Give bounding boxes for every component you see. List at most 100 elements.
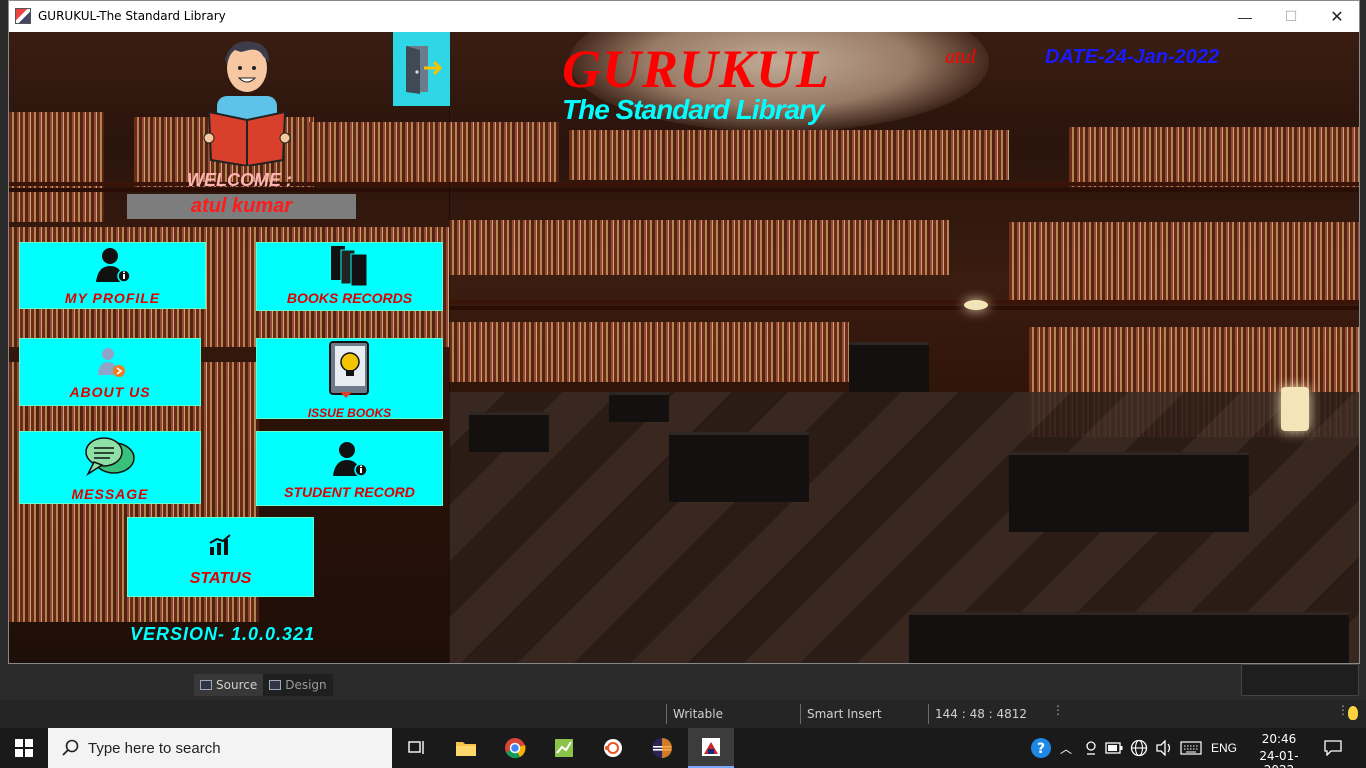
clock-time[interactable]: 20:46 [1248, 732, 1310, 746]
clock-date[interactable]: 24-01-2022 [1248, 749, 1310, 768]
java-app-icon [15, 8, 31, 24]
book-idea-icon [329, 341, 369, 398]
bookshelf [1009, 222, 1359, 302]
window-title: GURUKUL-The Standard Library [38, 9, 226, 23]
app-button-eclipse[interactable] [639, 728, 685, 768]
tray-meet[interactable] [1080, 728, 1102, 768]
app-name-title: GURUKUL [562, 39, 831, 99]
start-button[interactable] [0, 728, 48, 768]
app-subtitle: The Standard Library [562, 94, 825, 125]
reading-desk [609, 392, 669, 422]
tab-design[interactable]: Design [263, 674, 332, 696]
about-us-label: ABOUT US [69, 384, 151, 400]
reading-desk [909, 612, 1349, 663]
tab-source[interactable]: Source [194, 674, 264, 696]
current-user-label: atul [945, 46, 977, 68]
more-icon[interactable]: ⋮ [1052, 704, 1064, 716]
bookshelf [9, 112, 104, 222]
app-button-java-active[interactable] [688, 728, 734, 768]
source-icon [200, 680, 212, 690]
chrome-button[interactable] [492, 728, 538, 768]
svg-text:?: ? [1037, 741, 1045, 757]
my-profile-button[interactable]: MY PROFILE [19, 242, 206, 309]
bookshelf [569, 130, 1009, 180]
notification-icon [1324, 740, 1342, 756]
eclipse-icon [652, 738, 672, 758]
app-button-ubuntu[interactable] [590, 728, 636, 768]
notifications-button[interactable] [1318, 728, 1348, 768]
lamp [1281, 387, 1309, 431]
show-hidden-icons[interactable]: ︿ [1056, 728, 1076, 768]
chat-bubbles-icon [85, 437, 135, 477]
chevron-up-icon: ︿ [1059, 741, 1072, 756]
close-button[interactable]: ✕ [1314, 1, 1359, 32]
help-icon: ? [1031, 738, 1051, 758]
status-insert-mode: Smart Insert [800, 704, 882, 724]
chrome-icon [505, 738, 526, 759]
logout-door-icon [405, 46, 442, 94]
reading-desk [469, 412, 549, 452]
webcam-icon [1086, 741, 1096, 755]
bookshelf [449, 220, 949, 275]
tray-network[interactable] [1127, 728, 1151, 768]
ubuntu-icon [604, 739, 622, 757]
battery-icon [1105, 742, 1123, 754]
issue-books-label: ISSUE BOOKS [307, 406, 392, 420]
minimize-button[interactable]: — [1222, 1, 1268, 32]
status-button[interactable]: STATUS [127, 517, 314, 597]
user-info-icon [96, 248, 131, 283]
tray-battery[interactable] [1103, 728, 1125, 768]
tab-source-label: Source [216, 678, 258, 692]
about-user-icon [98, 348, 125, 377]
lamp [964, 300, 988, 310]
task-view-button[interactable] [394, 728, 440, 768]
welcome-label: WELCOME : [187, 170, 292, 190]
app-button-notes[interactable] [541, 728, 587, 768]
ide-status-bar: Writable Smart Insert 144 : 48 : 4812 ⋮ … [0, 700, 1366, 728]
maximize-button[interactable]: ☐ [1268, 1, 1314, 32]
reading-desk [1009, 452, 1249, 532]
version-label: VERSION- 1.0.0.321 [130, 624, 316, 644]
speaker-icon [1156, 740, 1171, 756]
tray-volume[interactable] [1152, 728, 1176, 768]
logout-button[interactable] [393, 32, 450, 106]
reading-desk [669, 432, 809, 502]
status-caret-position: 144 : 48 : 4812 [928, 704, 1027, 724]
input-language[interactable]: ENG [1206, 728, 1242, 768]
file-explorer-button[interactable] [443, 728, 489, 768]
task-view-icon [408, 741, 424, 754]
tray-keyboard[interactable] [1178, 728, 1204, 768]
taskbar-search[interactable]: Type here to search [48, 728, 392, 768]
panel-divider [449, 32, 450, 663]
design-icon [269, 680, 282, 690]
issue-books-button[interactable]: ISSUE BOOKS [256, 338, 443, 420]
reading-desk [849, 342, 929, 392]
message-label: MESSAGE [71, 486, 149, 502]
reading-person-icon [203, 41, 291, 166]
ide-editor-tabs: Source Design [194, 674, 333, 696]
status-writable: Writable [666, 704, 723, 724]
notepad-chart-icon [555, 739, 573, 757]
library-background-image: WELCOME : atul kumar GURUKUL The Standar… [9, 32, 1359, 663]
books-records-button[interactable]: BOOKS RECORDS [256, 242, 443, 311]
windows-logo-icon [15, 739, 33, 757]
stats-chart-icon [209, 534, 231, 555]
search-icon [62, 739, 79, 756]
books-stack-icon [331, 246, 368, 286]
folder-icon [456, 742, 476, 756]
lightbulb-icon[interactable] [1348, 706, 1358, 720]
tab-design-label: Design [285, 678, 327, 692]
student-info-icon [333, 442, 368, 477]
bookshelf [309, 122, 559, 182]
search-placeholder: Type here to search [88, 739, 221, 757]
student-record-button[interactable]: STUDENT RECORD [256, 431, 443, 506]
status-label: STATUS [189, 570, 252, 587]
message-button[interactable]: MESSAGE [19, 431, 201, 504]
help-button[interactable]: ? [1028, 728, 1054, 768]
app-window: GURUKUL-The Standard Library — ☐ ✕ WELCO… [8, 0, 1360, 664]
about-us-button[interactable]: ABOUT US [19, 338, 201, 406]
bookshelf [1069, 127, 1359, 187]
shelf-rail [449, 300, 1359, 310]
title-bar[interactable]: GURUKUL-The Standard Library — ☐ ✕ [9, 1, 1359, 32]
books-records-label: BOOKS RECORDS [286, 290, 413, 306]
